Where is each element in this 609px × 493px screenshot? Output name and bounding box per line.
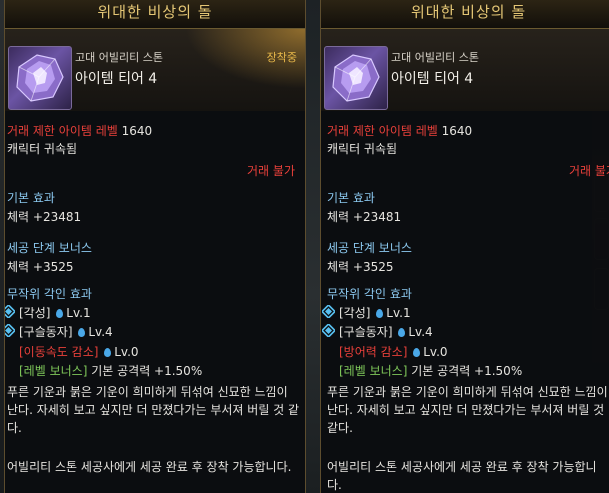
engraving-row-3: [이동속도 감소] Lv.0: [19, 343, 139, 360]
engraving-name: [구슬동자]: [19, 325, 73, 339]
engrave-header: 무작위 각인 효과: [327, 287, 412, 301]
engraving-value: 기본 공격력 +1.50%: [411, 364, 523, 378]
background-strip-middle: [306, 0, 320, 493]
engraving-row-1: [각성] Lv.1: [339, 304, 411, 321]
base-effect-header: 기본 효과: [7, 191, 55, 205]
equipped-status: 장착중: [266, 51, 297, 64]
flavor-text: 푸른 기운과 붉은 기운이 희미하게 뒤섞여 신묘한 느낌이 난다. 자세히 보…: [327, 385, 608, 435]
engraving-value: 기본 공격력 +1.50%: [91, 364, 203, 378]
engraving-row-4: [레벨 보너스] 기본 공격력 +1.50%: [339, 362, 522, 379]
trade-level-row: 거래 제한 아이템 레벨 1640: [7, 122, 152, 139]
bonus-value: 체력 +3525: [327, 260, 394, 274]
item-header: 고대 어빌리티 스톤 아이템 티어 4: [321, 29, 609, 111]
water-drop-icon: [104, 348, 112, 357]
bonus-value: 체력 +3525: [7, 260, 74, 274]
trade-level-label: 거래 제한 아이템 레벨: [7, 124, 118, 138]
item-header: 고대 어빌리티 스톤 아이템 티어 4 장착중: [5, 29, 305, 111]
trade-level-row: 거래 제한 아이템 레벨 1640: [327, 122, 472, 139]
trade-level-label: 거래 제한 아이템 레벨: [327, 124, 438, 138]
engraving-name: [레벨 보너스]: [339, 364, 408, 378]
item-tier: 아이템 티어 4: [391, 71, 474, 87]
item-category: 고대 어빌리티 스톤: [75, 51, 163, 64]
bonus-header: 세공 단계 보너스: [7, 241, 92, 255]
item-tooltip-left: 위대한 비상의 돌 고대 어빌리티 스톤 아이템 티어 4 장착중 거래 제한 …: [4, 0, 306, 493]
item-category: 고대 어빌리티 스톤: [391, 51, 479, 64]
flavor-text: 푸른 기운과 붉은 기운이 희미하게 뒤섞여 신묘한 느낌이 난다. 자세히 보…: [7, 385, 300, 435]
engraving-row-2: [구슬동자] Lv.4: [339, 323, 433, 340]
diamond-icon: [322, 324, 335, 337]
engraving-level: Lv.0: [423, 345, 448, 359]
engraving-level: Lv.4: [88, 325, 113, 339]
base-effect-value: 체력 +23481: [7, 210, 82, 224]
engraving-name: [레벨 보너스]: [19, 364, 88, 378]
bonus-header: 세공 단계 보너스: [327, 241, 412, 255]
water-drop-icon: [78, 328, 86, 337]
engraving-name: [각성]: [19, 306, 51, 320]
engraving-row-2: [구슬동자] Lv.4: [19, 323, 113, 340]
diamond-icon: [322, 305, 335, 318]
engraving-name: [각성]: [339, 306, 371, 320]
engraving-name: [이동속도 감소]: [19, 345, 99, 359]
water-drop-icon: [398, 328, 406, 337]
diamond-icon: [5, 305, 15, 318]
engraving-row-4: [레벨 보너스] 기본 공격력 +1.50%: [19, 362, 202, 379]
footer-text: 어빌리티 스톤 세공사에게 세공 완료 후 장착 가능합니다.: [7, 460, 292, 474]
engraving-name: [방어력 감소]: [339, 345, 408, 359]
engraving-level: Lv.4: [408, 325, 433, 339]
engraving-level: Lv.0: [114, 345, 139, 359]
item-title: 위대한 비상의 돌: [321, 0, 609, 29]
item-tooltip-right: 위대한 비상의 돌 고대 어빌리티 스톤 아이템 티어 4 거래 제한 아이템 …: [320, 0, 609, 493]
ability-stone-icon: [324, 46, 388, 110]
diamond-icon: [5, 324, 15, 337]
trade-level-value: 1640: [121, 124, 153, 138]
trade-level-value: 1640: [441, 124, 473, 138]
water-drop-icon: [376, 309, 384, 318]
base-effect-value: 체력 +23481: [327, 210, 402, 224]
engraving-row-1: [각성] Lv.1: [19, 304, 91, 321]
engraving-row-3: [방어력 감소] Lv.0: [339, 343, 448, 360]
footer-text: 어빌리티 스톤 세공사에게 세공 완료 후 장착 가능합니다.: [327, 460, 597, 492]
item-tier: 아이템 티어 4: [75, 71, 158, 87]
engrave-header: 무작위 각인 효과: [7, 287, 92, 301]
engraving-level: Lv.1: [66, 306, 91, 320]
item-title: 위대한 비상의 돌: [5, 0, 305, 29]
engraving-name: [구슬동자]: [339, 325, 393, 339]
water-drop-icon: [413, 348, 421, 357]
engraving-level: Lv.1: [386, 306, 411, 320]
bound-status: 캐릭터 귀속됨: [327, 142, 398, 156]
water-drop-icon: [56, 309, 64, 318]
untradeable-label: 거래 불가: [247, 164, 295, 178]
untradeable-label: 거래 불가: [569, 164, 609, 178]
ability-stone-icon: [8, 46, 72, 110]
base-effect-header: 기본 효과: [327, 191, 375, 205]
bound-status: 캐릭터 귀속됨: [7, 142, 78, 156]
